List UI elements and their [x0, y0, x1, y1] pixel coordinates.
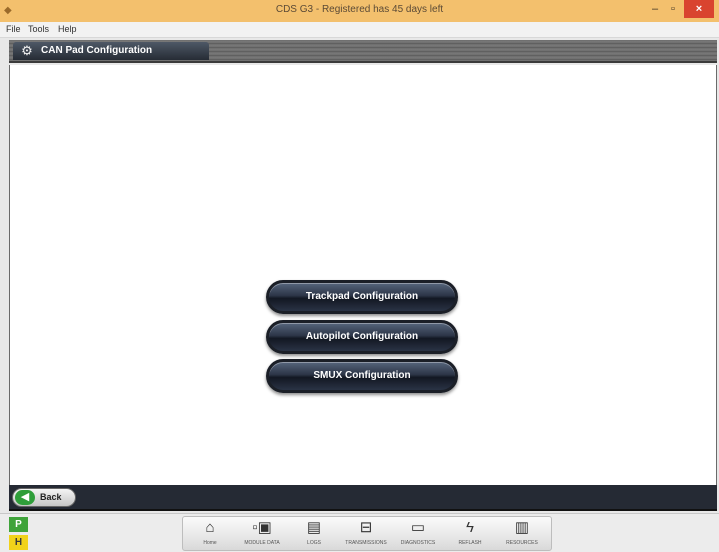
dock-item-label: RESOURCES: [506, 540, 538, 546]
dock-item-label: LOGS: [307, 540, 321, 546]
logs-icon: ▤: [306, 519, 322, 536]
taskbar: P H ⌂ Home ▫▣ MODULE DATA ▤ LOGS ⊟ TRANS…: [0, 513, 719, 552]
close-button[interactable]: ×: [684, 0, 714, 18]
dock-item-home[interactable]: ⌂ Home: [187, 518, 233, 551]
dock: ⌂ Home ▫▣ MODULE DATA ▤ LOGS ⊟ TRANSMISS…: [182, 516, 552, 551]
dock-item-label: MODULE DATA: [244, 540, 280, 546]
dock-item-reflash[interactable]: ϟ REFLASH: [447, 518, 493, 551]
page-title: CAN Pad Configuration: [41, 45, 153, 56]
dock-item-label: TRANSMISSIONS: [345, 540, 387, 546]
dock-item-module-data[interactable]: ▫▣ MODULE DATA: [239, 518, 285, 551]
dock-item-transmissions[interactable]: ⊟ TRANSMISSIONS: [343, 518, 389, 551]
window-title: CDS G3 - Registered has 45 days left: [275, 4, 444, 15]
page-header: ⚙ CAN Pad Configuration: [9, 40, 717, 63]
back-arrow-icon: ◀: [15, 490, 35, 505]
dock-item-logs[interactable]: ▤ LOGS: [291, 518, 337, 551]
window-title-bar: ◆ CDS G3 - Registered has 45 days left –…: [0, 0, 719, 22]
back-button-label: Back: [40, 492, 62, 502]
mode-h-indicator[interactable]: H: [9, 535, 28, 550]
gear-icon: ⚙: [21, 43, 33, 58]
diagnostics-icon: ▭: [410, 519, 426, 536]
dock-item-label: DIAGNOSTICS: [400, 540, 436, 546]
back-button[interactable]: ◀ Back: [12, 488, 76, 507]
dock-item-label: REFLASH: [458, 540, 482, 546]
menu-help[interactable]: Help: [58, 24, 77, 34]
smux-configuration-button[interactable]: SMUX Configuration: [266, 359, 458, 393]
dock-item-diagnostics[interactable]: ▭ DIAGNOSTICS: [395, 518, 441, 551]
reflash-icon: ϟ: [466, 519, 474, 536]
transmissions-icon: ⊟: [359, 519, 373, 536]
minimize-button[interactable]: –: [646, 0, 664, 18]
trackpad-configuration-button[interactable]: Trackpad Configuration: [266, 280, 458, 314]
menu-file[interactable]: File: [6, 24, 21, 34]
mode-p-indicator[interactable]: P: [9, 517, 28, 532]
dock-item-resources[interactable]: ▥ RESOURCES: [499, 518, 545, 551]
page-title-tab: ⚙ CAN Pad Configuration: [13, 42, 209, 60]
menu-bar: File Tools Help: [0, 22, 719, 38]
home-icon: ⌂: [205, 519, 215, 536]
dock-item-label: Home: [203, 540, 217, 546]
main-content: Trackpad Configuration Autopilot Configu…: [9, 65, 717, 485]
module-data-icon: ▫▣: [252, 519, 272, 536]
maximize-button[interactable]: ▫: [664, 0, 682, 18]
menu-tools[interactable]: Tools: [28, 24, 49, 34]
autopilot-configuration-button[interactable]: Autopilot Configuration: [266, 320, 458, 354]
bottom-nav-strip: ◀ Back: [9, 485, 717, 511]
resources-icon: ▥: [514, 519, 530, 536]
